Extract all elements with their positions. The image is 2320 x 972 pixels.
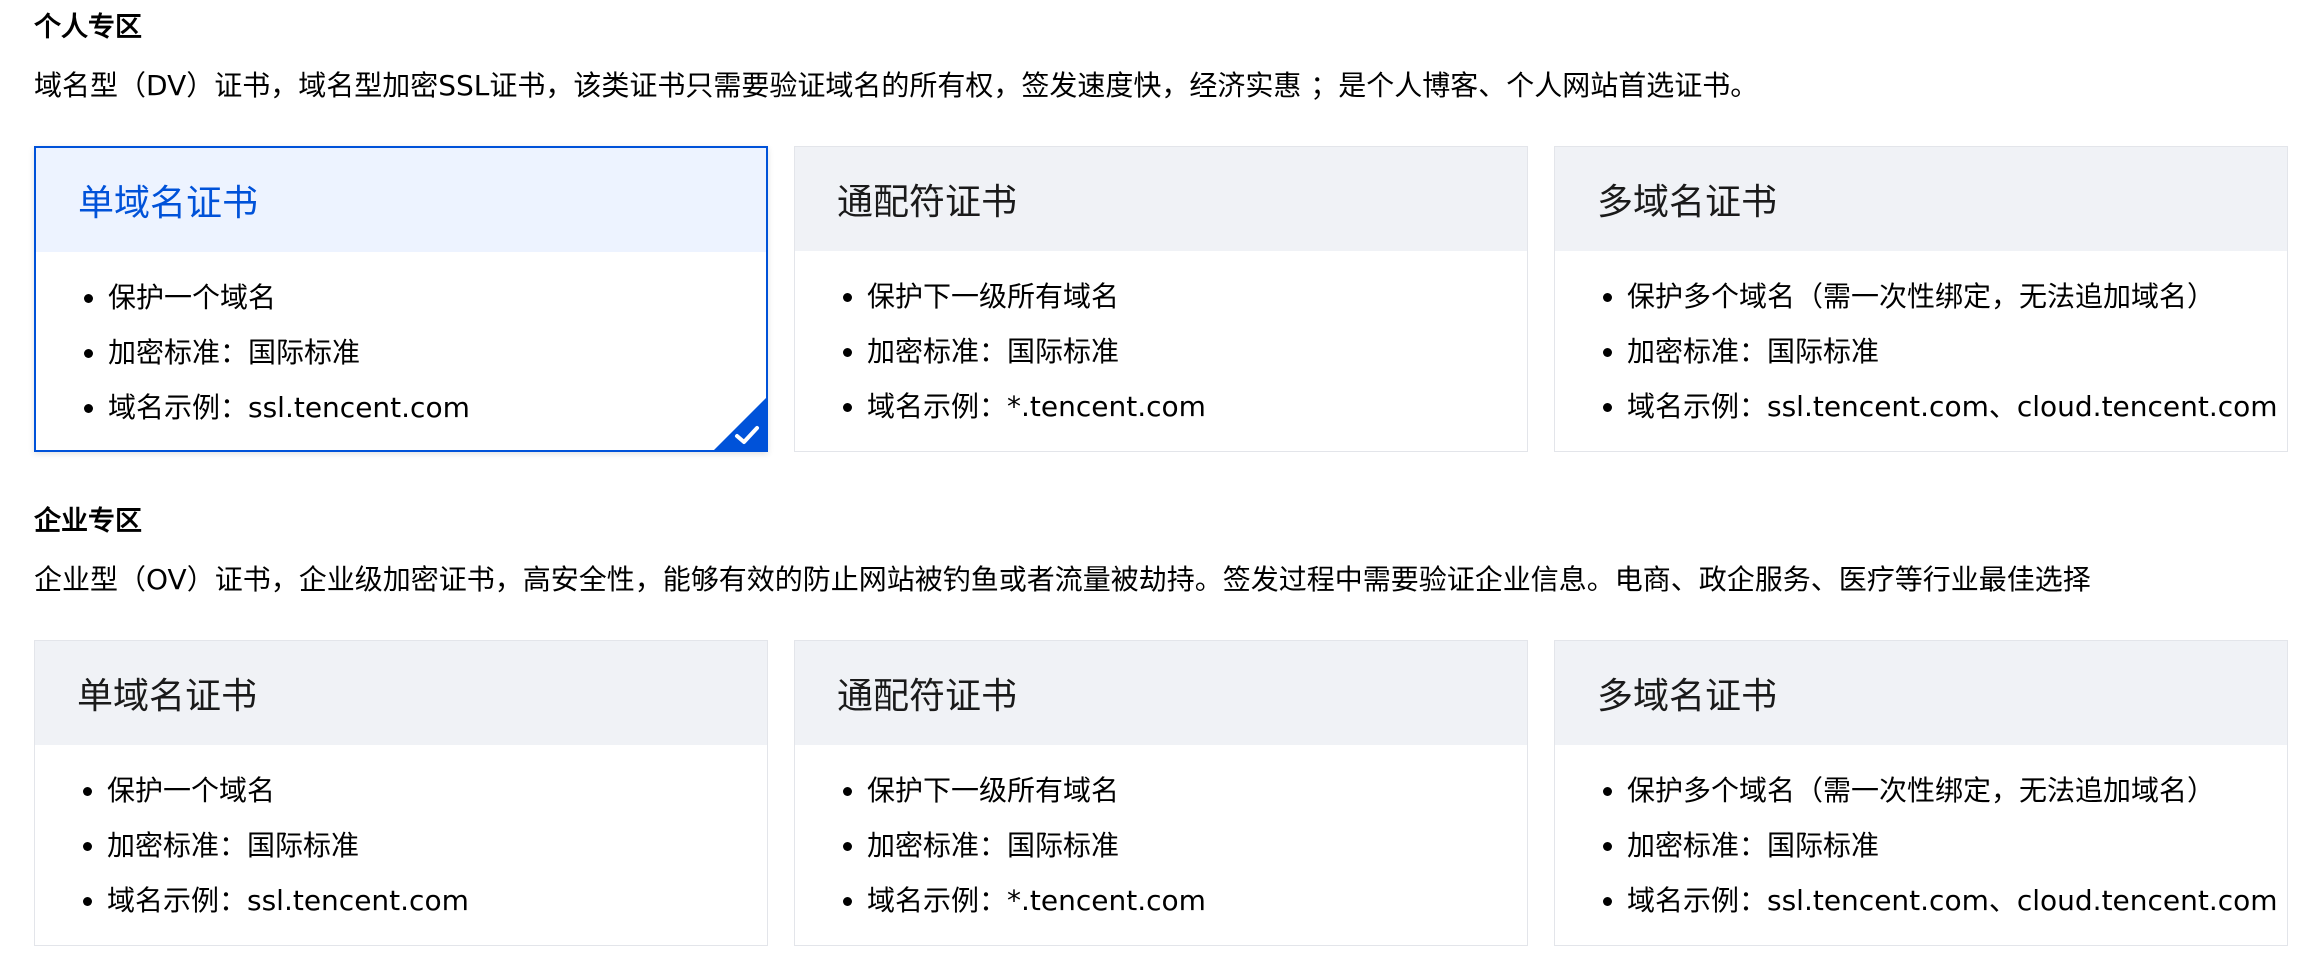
section-description: 企业型（OV）证书，企业级加密证书，高安全性，能够有效的防止网站被钓鱼或者流量被…: [34, 563, 2091, 596]
section-title: 企业专区: [34, 506, 142, 537]
feature-item: 加密标准：国际标准: [1601, 324, 2287, 379]
feature-item: 域名示例：ssl.tencent.com、cloud.tencent.com: [1601, 873, 2287, 928]
card-title: 单域名证书: [77, 676, 258, 717]
certificate-selection-page: 个人专区 域名型（DV）证书，域名型加密SSL证书，该类证书只需要验证域名的所有…: [0, 0, 2320, 972]
card-multi-domain[interactable]: 多域名证书 保护多个域名（需一次性绑定，无法追加域名） 加密标准：国际标准 域名…: [1554, 640, 2288, 946]
card-header: 通配符证书: [795, 147, 1527, 251]
feature-item: 保护多个域名（需一次性绑定，无法追加域名）: [1601, 269, 2287, 324]
enterprise-section: 企业专区 企业型（OV）证书，企业级加密证书，高安全性，能够有效的防止网站被钓鱼…: [34, 494, 2288, 946]
personal-section: 个人专区 域名型（DV）证书，域名型加密SSL证书，该类证书只需要验证域名的所有…: [34, 0, 2288, 452]
feature-item: 保护一个域名: [82, 270, 766, 325]
feature-list: 保护多个域名（需一次性绑定，无法追加域名） 加密标准：国际标准 域名示例：ssl…: [1555, 251, 2287, 434]
certificate-card-group: 单域名证书 保护一个域名 加密标准：国际标准 域名示例：ssl.tencent.…: [34, 146, 2288, 454]
feature-item: 域名示例：*.tencent.com: [841, 379, 1527, 434]
feature-list: 保护多个域名（需一次性绑定，无法追加域名） 加密标准：国际标准 域名示例：ssl…: [1555, 745, 2287, 928]
check-icon: [714, 398, 766, 450]
card-title: 单域名证书: [78, 183, 259, 224]
card-wildcard[interactable]: 通配符证书 保护下一级所有域名 加密标准：国际标准 域名示例：*.tencent…: [794, 640, 1528, 946]
card-single-domain[interactable]: 单域名证书 保护一个域名 加密标准：国际标准 域名示例：ssl.tencent.…: [34, 146, 768, 452]
feature-item: 保护多个域名（需一次性绑定，无法追加域名）: [1601, 763, 2287, 818]
feature-item: 域名示例：*.tencent.com: [841, 873, 1527, 928]
card-single-domain[interactable]: 单域名证书 保护一个域名 加密标准：国际标准 域名示例：ssl.tencent.…: [34, 640, 768, 946]
feature-item: 加密标准：国际标准: [841, 818, 1527, 873]
feature-item: 加密标准：国际标准: [841, 324, 1527, 379]
feature-item: 域名示例：ssl.tencent.com、cloud.tencent.com: [1601, 379, 2287, 434]
feature-list: 保护一个域名 加密标准：国际标准 域名示例：ssl.tencent.com: [36, 252, 766, 435]
card-header: 多域名证书: [1555, 641, 2287, 745]
feature-item: 加密标准：国际标准: [82, 325, 766, 380]
feature-item: 保护下一级所有域名: [841, 269, 1527, 324]
card-title: 多域名证书: [1597, 676, 1778, 717]
feature-list: 保护一个域名 加密标准：国际标准 域名示例：ssl.tencent.com: [35, 745, 767, 928]
card-header: 单域名证书: [36, 148, 766, 252]
feature-item: 保护一个域名: [81, 763, 767, 818]
feature-item: 保护下一级所有域名: [841, 763, 1527, 818]
card-header: 多域名证书: [1555, 147, 2287, 251]
card-header: 通配符证书: [795, 641, 1527, 745]
feature-item: 域名示例：ssl.tencent.com: [81, 873, 767, 928]
card-title: 通配符证书: [837, 676, 1018, 717]
section-description: 域名型（DV）证书，域名型加密SSL证书，该类证书只需要验证域名的所有权，签发速…: [34, 69, 1759, 102]
card-multi-domain[interactable]: 多域名证书 保护多个域名（需一次性绑定，无法追加域名） 加密标准：国际标准 域名…: [1554, 146, 2288, 452]
card-title: 多域名证书: [1597, 182, 1778, 223]
section-title: 个人专区: [34, 12, 142, 43]
feature-item: 加密标准：国际标准: [1601, 818, 2287, 873]
feature-item: 加密标准：国际标准: [81, 818, 767, 873]
feature-list: 保护下一级所有域名 加密标准：国际标准 域名示例：*.tencent.com: [795, 745, 1527, 928]
card-wildcard[interactable]: 通配符证书 保护下一级所有域名 加密标准：国际标准 域名示例：*.tencent…: [794, 146, 1528, 452]
card-header: 单域名证书: [35, 641, 767, 745]
feature-item: 域名示例：ssl.tencent.com: [82, 380, 766, 435]
feature-list: 保护下一级所有域名 加密标准：国际标准 域名示例：*.tencent.com: [795, 251, 1527, 434]
certificate-card-group: 单域名证书 保护一个域名 加密标准：国际标准 域名示例：ssl.tencent.…: [34, 640, 2288, 948]
card-title: 通配符证书: [837, 182, 1018, 223]
